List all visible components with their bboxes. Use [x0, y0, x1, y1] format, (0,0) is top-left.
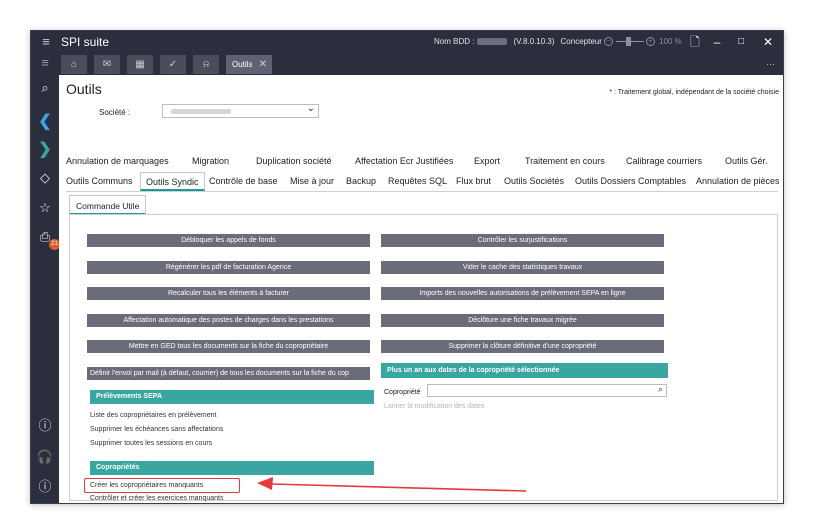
- db-name-redacted: [477, 38, 508, 46]
- headset-icon[interactable]: 🎧: [35, 447, 55, 467]
- app-logo-icon: ≡: [42, 34, 50, 49]
- collapse-left-icon[interactable]: ❮: [35, 112, 55, 132]
- title-bar: ≡ SPI suite Nom BDD : (V.8.0.10.3) Concept…: [31, 31, 783, 53]
- arrow-head: [257, 477, 273, 490]
- more-options-icon[interactable]: …: [766, 57, 775, 67]
- zoom-control[interactable]: − + 100 %: [604, 36, 686, 48]
- app-title: SPI suite: [61, 35, 110, 49]
- tab-outils-label: Outils: [232, 60, 253, 69]
- main-content: Outils * : Traitement global, indépendan…: [59, 75, 783, 503]
- zoom-slider-thumb[interactable]: [626, 37, 631, 46]
- calendar-icon[interactable]: ▦: [127, 55, 153, 74]
- tab-outils[interactable]: Outils ✕: [226, 55, 272, 74]
- document-icon[interactable]: 🗋: [686, 33, 704, 51]
- app-window: ≡ SPI suite Nom BDD : (V.8.0.10.3) Concept…: [30, 30, 784, 504]
- check-icon[interactable]: ✓: [160, 55, 186, 74]
- role-label: Concepteur: [560, 37, 602, 46]
- mail-icon[interactable]: ✉: [94, 55, 120, 74]
- home-icon[interactable]: ⌂: [61, 55, 87, 74]
- info-icon[interactable]: ⓘ: [35, 477, 55, 497]
- annotation-arrow: [257, 477, 527, 492]
- close-tab-icon[interactable]: ✕: [259, 55, 267, 74]
- zoom-level: 100 %: [659, 37, 682, 46]
- close-button[interactable]: ✕: [759, 33, 777, 51]
- version-label: (V.8.0.10.3): [513, 37, 555, 46]
- zoom-out-icon[interactable]: −: [604, 37, 613, 46]
- search-icon[interactable]: ⌕: [35, 78, 55, 98]
- expand-right-icon[interactable]: ❯: [35, 140, 55, 160]
- arrow-line: [270, 483, 527, 492]
- star-icon[interactable]: ☆: [35, 198, 55, 218]
- print-queue-icon[interactable]: ⎙ 21: [35, 227, 60, 250]
- hamburger-menu-icon[interactable]: ≡: [35, 53, 55, 73]
- zoom-in-icon[interactable]: +: [646, 37, 655, 46]
- diamond-icon[interactable]: ◇: [35, 168, 55, 188]
- help-icon[interactable]: ⓘ: [35, 416, 55, 436]
- maximize-button[interactable]: □: [732, 33, 750, 51]
- bell-icon[interactable]: ⍾: [193, 55, 219, 74]
- db-label: Nom BDD :: [434, 37, 475, 46]
- minimize-button[interactable]: –: [708, 33, 726, 51]
- top-toolbar: ≡ ⌂ ✉ ▦ ✓ ⍾ Outils ✕ …: [31, 53, 783, 75]
- left-sidebar: ⌕ ❮ ❯ ◇ ☆ ⎙ 21 ⓘ 🎧 ⓘ ☺: [31, 75, 60, 503]
- db-info: Nom BDD : (V.8.0.10.3) Concepteur: [434, 37, 602, 46]
